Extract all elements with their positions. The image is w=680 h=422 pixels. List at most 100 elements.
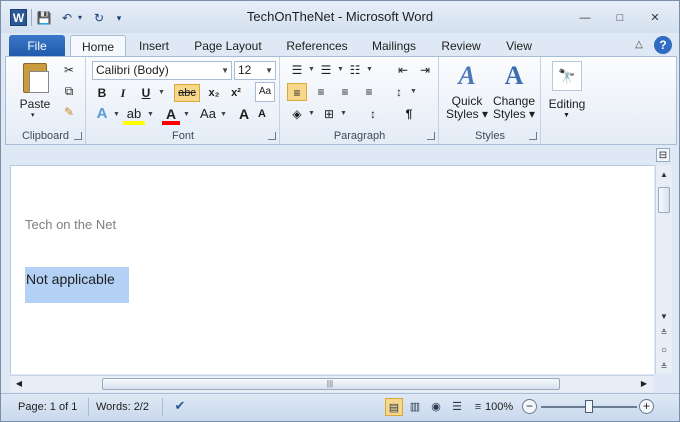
justify-button[interactable]: ≡ bbox=[359, 83, 379, 101]
scroll-down-icon[interactable]: ▼ bbox=[656, 309, 672, 325]
chevron-down-icon[interactable]: ▼ bbox=[265, 62, 273, 79]
collapse-ribbon-icon[interactable]: △ bbox=[632, 38, 646, 52]
align-right-button[interactable]: ≡ bbox=[335, 83, 355, 101]
vertical-scrollbar[interactable]: ▲ ▼ ≛ ○ ≚ bbox=[655, 165, 672, 374]
minimize-button[interactable]: — bbox=[571, 10, 599, 26]
underline-dropdown-icon[interactable]: ▼ bbox=[158, 84, 165, 102]
horizontal-scroll-thumb[interactable]: ||| bbox=[102, 378, 560, 390]
borders-button[interactable]: ⊞ bbox=[319, 105, 339, 123]
text-effects-dropdown-icon[interactable]: ▼ bbox=[113, 106, 120, 124]
tab-review[interactable]: Review bbox=[433, 35, 489, 57]
font-color-dropdown-icon[interactable]: ▼ bbox=[183, 106, 190, 124]
text-effects-button[interactable]: A bbox=[93, 105, 111, 125]
tab-page-layout[interactable]: Page Layout bbox=[186, 35, 270, 57]
next-page-icon[interactable]: ≚ bbox=[656, 359, 672, 375]
document-page[interactable]: Tech on the Net Not applicable bbox=[10, 165, 654, 374]
paste-dropdown-icon[interactable]: ▾ bbox=[31, 111, 35, 119]
full-screen-reading-icon[interactable]: ▥ bbox=[406, 398, 424, 416]
editing-dropdown-icon[interactable]: ▼ bbox=[563, 112, 570, 119]
font-size-value: 12 bbox=[238, 63, 252, 77]
tab-references[interactable]: References bbox=[277, 35, 357, 57]
tab-insert[interactable]: Insert bbox=[129, 35, 179, 57]
view-ruler-icon[interactable]: ⊟ bbox=[656, 148, 670, 162]
tab-mailings[interactable]: Mailings bbox=[363, 35, 425, 57]
selected-text[interactable]: Not applicable bbox=[26, 271, 115, 287]
word-count[interactable]: Words: 2/2 bbox=[96, 401, 149, 413]
previous-page-icon[interactable]: ≛ bbox=[656, 325, 672, 341]
clipboard-launcher-icon[interactable] bbox=[74, 132, 82, 140]
align-left-button[interactable]: ≡ bbox=[287, 83, 307, 101]
ribbon-tabs: File Home Insert Page Layout References … bbox=[1, 33, 679, 57]
document-heading[interactable]: Tech on the Net bbox=[25, 217, 116, 232]
outline-view-icon[interactable]: ☰ bbox=[448, 398, 466, 416]
superscript-button[interactable]: x² bbox=[226, 84, 246, 102]
sort-button[interactable]: ↕ bbox=[363, 105, 383, 123]
font-launcher-icon[interactable] bbox=[268, 132, 276, 140]
styles-launcher-icon[interactable] bbox=[529, 132, 537, 140]
tab-home[interactable]: Home bbox=[70, 35, 126, 57]
bullets-button[interactable]: ☰ bbox=[287, 61, 307, 79]
font-color-button[interactable]: A bbox=[162, 105, 180, 125]
multilevel-dropdown-icon[interactable]: ▼ bbox=[366, 61, 373, 79]
change-case-dropdown-icon[interactable]: ▼ bbox=[220, 106, 227, 124]
help-icon[interactable]: ? bbox=[654, 36, 672, 54]
zoom-out-icon[interactable]: − bbox=[522, 399, 537, 414]
scroll-left-icon[interactable]: ◀ bbox=[12, 376, 26, 392]
shading-button[interactable]: ◈ bbox=[287, 105, 307, 123]
copy-icon[interactable]: ⧉ bbox=[60, 82, 78, 100]
proofing-icon[interactable]: ✔ bbox=[171, 398, 189, 416]
vertical-scroll-thumb[interactable] bbox=[658, 187, 670, 213]
italic-button[interactable]: I bbox=[114, 84, 132, 102]
text-selection[interactable]: Not applicable bbox=[25, 267, 129, 303]
numbering-button[interactable]: ☰ bbox=[316, 61, 336, 79]
paste-button[interactable]: Paste ▾ bbox=[14, 61, 56, 121]
page-count[interactable]: Page: 1 of 1 bbox=[18, 401, 77, 413]
change-styles-button[interactable]: A Change Styles ▾ bbox=[491, 61, 537, 125]
bullets-dropdown-icon[interactable]: ▼ bbox=[308, 61, 315, 79]
maximize-button[interactable]: □ bbox=[606, 10, 634, 26]
line-spacing-button[interactable]: ↕ bbox=[389, 83, 409, 101]
multilevel-list-button[interactable]: ☷ bbox=[345, 61, 365, 79]
zoom-slider-thumb[interactable] bbox=[585, 400, 593, 413]
scroll-right-icon[interactable]: ▶ bbox=[637, 376, 651, 392]
change-styles-icon: A bbox=[504, 61, 524, 90]
strikethrough-button[interactable]: abc bbox=[174, 84, 200, 102]
shrink-font-button[interactable]: A bbox=[254, 105, 270, 125]
subscript-button[interactable]: x₂ bbox=[204, 84, 224, 102]
numbering-dropdown-icon[interactable]: ▼ bbox=[337, 61, 344, 79]
increase-indent-button[interactable]: ⇥ bbox=[415, 61, 435, 79]
tab-file[interactable]: File bbox=[9, 35, 65, 57]
grow-font-button[interactable]: A bbox=[236, 105, 252, 125]
close-button[interactable]: ✕ bbox=[641, 10, 669, 26]
horizontal-scrollbar[interactable]: ◀ ||| ▶ bbox=[10, 375, 654, 392]
paragraph-launcher-icon[interactable] bbox=[427, 132, 435, 140]
align-center-button[interactable]: ≡ bbox=[311, 83, 331, 101]
select-browse-object-icon[interactable]: ○ bbox=[656, 343, 672, 359]
borders-dropdown-icon[interactable]: ▼ bbox=[340, 105, 347, 123]
shading-dropdown-icon[interactable]: ▼ bbox=[308, 105, 315, 123]
line-spacing-dropdown-icon[interactable]: ▼ bbox=[410, 83, 417, 101]
underline-button[interactable]: U bbox=[137, 84, 155, 102]
print-layout-icon[interactable]: ▤ bbox=[385, 398, 403, 416]
change-styles-label: Change Styles ▾ bbox=[491, 95, 537, 121]
tab-view[interactable]: View bbox=[496, 35, 542, 57]
clear-formatting-button[interactable]: Aa bbox=[255, 82, 275, 102]
group-label-paragraph: Paragraph bbox=[333, 130, 386, 142]
quick-styles-button[interactable]: A Quick Styles ▾ bbox=[444, 61, 490, 125]
chevron-down-icon[interactable]: ▼ bbox=[221, 62, 229, 79]
highlight-button[interactable]: ab bbox=[123, 105, 145, 125]
bold-button[interactable]: B bbox=[93, 84, 111, 102]
web-layout-icon[interactable]: ◉ bbox=[427, 398, 445, 416]
change-case-button[interactable]: Aa bbox=[197, 105, 219, 125]
editing-button[interactable]: 🔭 Editing ▼ bbox=[545, 61, 589, 121]
cut-icon[interactable]: ✂ bbox=[60, 61, 78, 79]
zoom-in-icon[interactable]: + bbox=[639, 399, 654, 414]
font-name-combobox[interactable]: Calibri (Body) ▼ bbox=[92, 61, 232, 80]
highlight-dropdown-icon[interactable]: ▼ bbox=[147, 106, 154, 124]
decrease-indent-button[interactable]: ⇤ bbox=[393, 61, 413, 79]
scroll-up-icon[interactable]: ▲ bbox=[656, 167, 672, 183]
font-size-combobox[interactable]: 12 ▼ bbox=[234, 61, 276, 80]
format-painter-icon[interactable]: ✎ bbox=[60, 103, 78, 121]
zoom-level[interactable]: 100% bbox=[485, 401, 513, 413]
show-formatting-marks-button[interactable]: ¶ bbox=[399, 105, 419, 123]
